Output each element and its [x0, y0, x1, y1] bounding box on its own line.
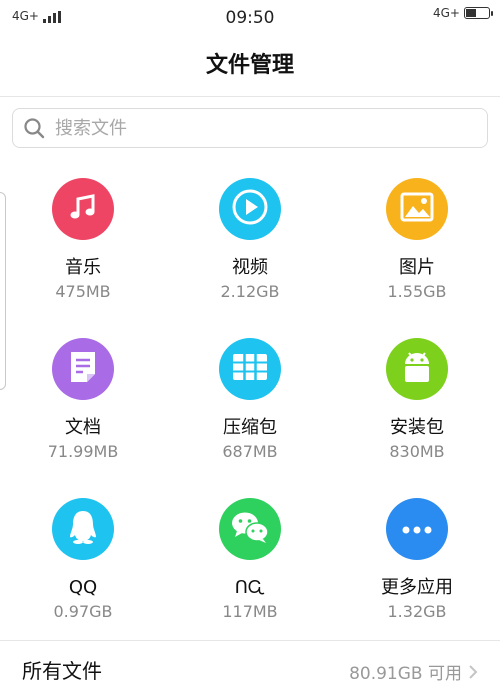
documents-circle: [52, 338, 114, 400]
qq-circle: [52, 498, 114, 560]
category-size: 830MB: [389, 442, 445, 461]
category-label: 音乐: [65, 257, 101, 278]
status-time: 09:50: [225, 8, 275, 28]
category-label: 更多应用: [381, 577, 453, 598]
category-label: 视频: [232, 257, 268, 278]
status-right: 4G+: [433, 6, 493, 20]
all-files-label: 所有文件: [22, 659, 102, 683]
category-label: 安装包: [390, 417, 444, 438]
search-bar[interactable]: [12, 108, 488, 148]
category-qq[interactable]: QQ 0.97GB: [0, 490, 166, 640]
android-icon: [399, 350, 435, 388]
wechat-circle: [219, 498, 281, 560]
category-size: 71.99MB: [47, 442, 119, 461]
battery-icon: [464, 7, 493, 19]
category-documents[interactable]: 文档 71.99MB: [0, 330, 166, 480]
image-icon: [400, 192, 434, 226]
file-manager-screen: 4G+ 09:50 4G+ 文件管理 搜索文件 音乐 475MB 视频 2.12…: [0, 0, 500, 692]
page-title: 文件管理: [205, 53, 294, 78]
chevron-right-icon: [468, 664, 478, 680]
status-bar: 4G+ 09:50 4G+: [0, 0, 500, 36]
category-pictures[interactable]: 图片 1.55GB: [334, 170, 500, 320]
category-label: 文档: [65, 417, 101, 438]
music-circle: [52, 178, 114, 240]
archives-circle: [219, 338, 281, 400]
category-size: 2.12GB: [220, 282, 280, 301]
category-size: 1.55GB: [387, 282, 447, 301]
music-note-icon: [66, 190, 100, 228]
wechat-icon: [230, 510, 270, 548]
pictures-circle: [386, 178, 448, 240]
available-storage: 80.91GB 可用: [349, 664, 462, 684]
category-label: ᑎᏩ: [234, 577, 266, 598]
category-label: 压缩包: [223, 417, 277, 438]
document-icon: [68, 350, 98, 388]
category-size: 0.97GB: [53, 602, 113, 621]
category-wechat[interactable]: ᑎᏩ 117MB: [167, 490, 333, 640]
category-music[interactable]: 音乐 475MB: [0, 170, 166, 320]
category-label: 图片: [399, 257, 435, 278]
category-size: 475MB: [55, 282, 111, 301]
video-circle: [219, 178, 281, 240]
search-input[interactable]: [53, 116, 457, 140]
qq-penguin-icon: [67, 509, 99, 549]
header: 文件管理: [0, 44, 500, 88]
search-icon: [23, 117, 45, 139]
category-archives[interactable]: 压缩包 687MB: [167, 330, 333, 480]
category-size: 117MB: [222, 602, 278, 621]
category-video[interactable]: 视频 2.12GB: [167, 170, 333, 320]
category-size: 687MB: [222, 442, 278, 461]
header-divider: [0, 96, 500, 97]
storage-info: 80.91GB 可用: [349, 659, 478, 684]
more-apps-circle: [386, 498, 448, 560]
category-size: 1.32GB: [387, 602, 447, 621]
category-more-apps[interactable]: 更多应用 1.32GB: [334, 490, 500, 640]
more-icon: [400, 520, 434, 539]
apks-circle: [386, 338, 448, 400]
battery-level: [466, 9, 476, 17]
all-files-row[interactable]: 所有文件 80.91GB 可用: [0, 641, 500, 692]
network-type-right: 4G+: [433, 6, 460, 20]
category-apks[interactable]: 安装包 830MB: [334, 330, 500, 480]
archive-icon: [232, 353, 268, 385]
category-label: QQ: [68, 577, 98, 598]
play-icon: [231, 188, 269, 230]
